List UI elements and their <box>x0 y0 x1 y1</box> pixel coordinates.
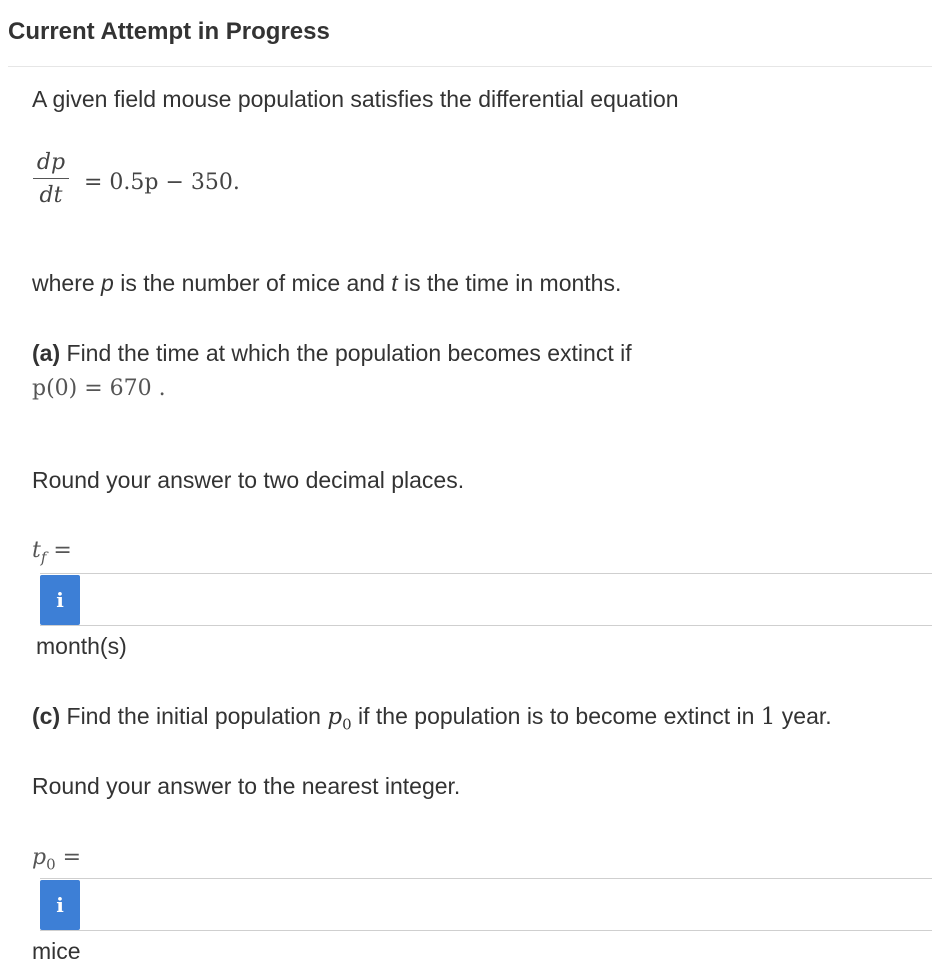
info-icon[interactable]: i <box>40 575 80 625</box>
fraction-numerator: dp <box>36 150 66 175</box>
part-c-answer-bottom-rule <box>40 930 932 931</box>
part-c-var: p <box>32 845 47 870</box>
part-a-answer-top-rule <box>40 573 932 574</box>
part-a-text: Find the time at which the population be… <box>60 340 632 366</box>
part-a-label: (a) <box>32 340 61 366</box>
part-a-var: t <box>32 538 41 563</box>
part-a-question: (a) Find the time at which the populatio… <box>32 340 632 367</box>
header-divider <box>8 66 932 67</box>
part-c-var-eq: = <box>55 845 82 870</box>
problem-intro: A given field mouse population satisfies… <box>32 86 679 112</box>
equation-fraction: dp dt <box>33 150 69 209</box>
part-c-unit: mice <box>32 938 81 964</box>
part-a-condition: p(0) = 670 . <box>32 376 166 401</box>
where-prefix: where <box>32 270 102 296</box>
part-c-text-3: year. <box>775 703 832 729</box>
info-icon[interactable]: i <box>40 880 80 930</box>
part-c-one: 1 <box>760 704 776 730</box>
part-c-round-instruction: Round your answer to the nearest integer… <box>32 773 461 799</box>
fraction-bar <box>33 178 69 179</box>
part-c-label: (c) <box>32 703 61 729</box>
part-c-question: (c) Find the initial population p0 if th… <box>32 703 832 734</box>
equation-rhs: = 0.5p − 350. <box>84 170 240 195</box>
part-c-answer-input[interactable] <box>82 880 932 932</box>
part-a-round-instruction: Round your answer to two decimal places. <box>32 467 465 493</box>
part-a-variable-label: tf = <box>32 538 72 566</box>
problem-where: where p is the number of mice and t is t… <box>32 270 621 297</box>
fraction-denominator: dt <box>39 183 63 208</box>
where-suffix: is the time in months. <box>397 270 622 296</box>
part-c-text-1: Find the initial population <box>60 703 328 729</box>
part-c-var-sub: 0 <box>46 855 56 874</box>
part-a-unit: month(s) <box>36 633 127 659</box>
where-p: p <box>101 270 114 296</box>
page-title: Current Attempt in Progress <box>8 18 330 45</box>
part-c-variable-label: p0 = <box>32 845 81 873</box>
part-a-answer-input[interactable] <box>82 575 932 627</box>
part-a-var-eq: = <box>46 538 72 563</box>
part-c-inline-var: p <box>327 704 343 730</box>
part-c-text-2: if the population is to become extinct i… <box>351 703 761 729</box>
part-c-inline-var-sub: 0 <box>342 715 352 734</box>
part-a-answer-bottom-rule <box>40 625 932 626</box>
where-mid: is the number of mice and <box>113 270 392 296</box>
part-c-answer-top-rule <box>40 878 932 879</box>
